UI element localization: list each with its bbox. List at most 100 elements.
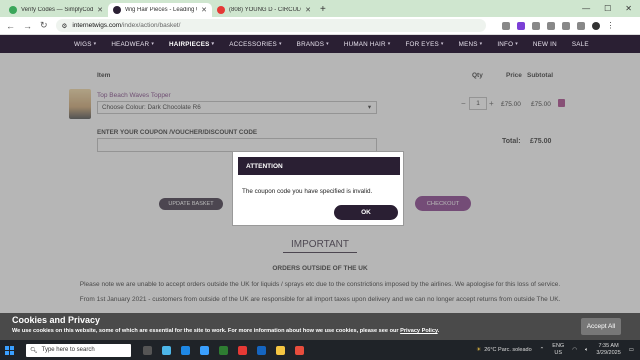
clock-date: 3/29/2025 <box>596 350 621 356</box>
youtube-favicon-icon <box>217 6 225 14</box>
tab-verify-codes[interactable]: Verify Codes — SimplyCodes ✕ <box>4 3 108 17</box>
cookie-text-suffix: . <box>437 328 440 334</box>
tab-internetwigs[interactable]: Wig Hair Pieces - Leading UK ✕ <box>108 3 212 17</box>
browser-tab-bar: Verify Codes — SimplyCodes ✕ Wig Hair Pi… <box>0 0 640 17</box>
nav-item-human-hair[interactable]: HUMAN HAIR ▾ <box>344 41 391 48</box>
weather-widget[interactable]: ☀ 26°C Parc. soleado <box>476 347 531 353</box>
wifi-icon[interactable]: ◠ <box>572 347 577 353</box>
more-menu-icon[interactable]: ⋮ <box>607 21 615 30</box>
opera-icon[interactable] <box>238 345 247 355</box>
lang-line2: US <box>554 350 563 356</box>
search-icon: 🔍︎ <box>30 347 38 354</box>
nav-item-brands[interactable]: BRANDS ▾ <box>297 41 329 48</box>
extensions-puzzle-icon[interactable] <box>546 21 555 30</box>
tab-label: (808) YOUNG D - CIRCULO <box>229 7 302 13</box>
tab-youtube[interactable]: (808) YOUNG D - CIRCULO ✕ <box>212 3 316 17</box>
nav-label: ACCESSORIES <box>229 40 277 48</box>
forward-icon[interactable]: → <box>23 21 32 31</box>
modal-title: ATTENTION <box>238 157 400 175</box>
chevron-down-icon: ▾ <box>93 41 97 47</box>
system-tray: ☀ 26°C Parc. soleado ⌃ ENG US ◠ 🔈︎ 7:35 … <box>476 340 634 360</box>
sidebar-icon[interactable] <box>561 21 570 30</box>
mail-icon[interactable] <box>257 345 266 355</box>
windows-taskbar: 🔍︎ Type here to search ☀ 26°C Parc. sole… <box>0 340 640 360</box>
url-host: internetwigs.com <box>72 22 122 29</box>
internetwigs-favicon-icon <box>113 6 121 14</box>
clock[interactable]: 7:35 AM 3/29/2025 <box>596 343 620 357</box>
maximize-icon[interactable]: ☐ <box>604 4 611 13</box>
chevron-down-icon: ▾ <box>387 41 391 47</box>
weather-sun-icon: ☀ <box>476 347 482 353</box>
url-field[interactable]: ⚙ internetwigs.com/index/action/basket/ <box>55 19 486 32</box>
store-icon[interactable] <box>200 345 209 355</box>
extension-translate-icon[interactable] <box>531 21 540 30</box>
window-controls: — ☐ ✕ <box>582 0 640 17</box>
taskbar-search-input[interactable]: 🔍︎ Type here to search <box>26 343 131 357</box>
accept-all-button[interactable]: Accept All <box>581 318 621 335</box>
extensions-area: ⋮ <box>501 21 615 30</box>
nav-label: SALE <box>571 40 589 48</box>
close-tab-icon[interactable]: ✕ <box>305 6 311 14</box>
chevron-down-icon: ▾ <box>326 41 329 47</box>
nav-label: BRANDS <box>296 40 325 48</box>
tab-label: Wig Hair Pieces - Leading UK <box>125 7 198 13</box>
new-tab-button[interactable]: + <box>320 4 326 15</box>
nav-label: FOR EYES <box>405 40 439 48</box>
nav-label: HUMAN HAIR <box>343 40 386 48</box>
cookie-title: Cookies and Privacy <box>12 315 101 325</box>
lang-line1: ENG <box>552 343 565 349</box>
chevron-down-icon: ▾ <box>479 41 483 47</box>
notification-icon[interactable]: ▭ <box>629 347 634 353</box>
minimize-icon[interactable]: — <box>582 4 590 13</box>
close-tab-icon[interactable]: ✕ <box>201 6 207 14</box>
nav-label: WIGS <box>74 40 92 48</box>
cookie-text-body: We use cookies on this website, some of … <box>12 328 401 334</box>
nav-item-mens[interactable]: MENS ▾ <box>459 41 483 48</box>
file-explorer-icon[interactable] <box>276 345 285 355</box>
tab-label: Verify Codes — SimplyCodes <box>21 7 94 13</box>
reload-icon[interactable]: ↻ <box>40 20 48 31</box>
close-window-icon[interactable]: ✕ <box>625 4 632 13</box>
volume-icon[interactable]: 🔈︎ <box>585 347 588 354</box>
address-bar-row: ← → ↻ ⚙ internetwigs.com/index/action/ba… <box>0 17 640 35</box>
nav-label: NEW IN <box>532 40 557 48</box>
nav-item-sale[interactable]: SALE <box>572 41 589 48</box>
chevron-down-icon: ▾ <box>440 41 444 47</box>
nav-item-wigs[interactable]: WIGS ▾ <box>74 41 96 48</box>
edge-icon[interactable] <box>181 345 190 355</box>
chevron-down-icon: ▾ <box>278 41 282 47</box>
close-tab-icon[interactable]: ✕ <box>97 6 103 14</box>
taskbar-apps <box>143 345 304 355</box>
site-info-icon[interactable]: ⚙ <box>62 22 68 30</box>
copilot-icon[interactable] <box>162 345 171 355</box>
cookie-text: We use cookies on this website, some of … <box>12 328 439 334</box>
nav-item-headwear[interactable]: HEADWEAR ▾ <box>111 41 154 48</box>
nav-label: HEADWEAR <box>111 40 150 48</box>
nav-item-for-eyes[interactable]: FOR EYES ▾ <box>405 41 443 48</box>
profile-avatar-icon[interactable] <box>591 21 600 30</box>
simplycodes-favicon-icon <box>9 6 17 14</box>
extension-icon[interactable] <box>501 21 510 30</box>
site-main-nav: WIGS ▾ HEADWEAR ▾ HAIRPIECES ▾ ACCESSORIES ▾… <box>0 35 640 53</box>
nav-label: MENS <box>458 40 478 48</box>
privacy-policy-link[interactable]: Privacy Policy <box>400 328 438 334</box>
chevron-down-icon: ▾ <box>211 41 215 47</box>
language-indicator[interactable]: ENG US <box>552 343 564 357</box>
task-view-icon[interactable] <box>143 345 152 355</box>
clock-time: 7:35 AM <box>598 343 619 349</box>
windows-start-icon[interactable] <box>5 345 14 355</box>
back-icon[interactable]: ← <box>6 21 15 31</box>
url-path: /index/action/basket/ <box>121 22 181 29</box>
nav-item-hairpieces[interactable]: HAIRPIECES ▾ <box>169 41 214 48</box>
chrome-icon[interactable] <box>295 345 304 355</box>
app-icon[interactable] <box>219 345 228 355</box>
nav-label: HAIRPIECES <box>169 40 210 48</box>
extension-purple-icon[interactable] <box>516 21 525 30</box>
modal-ok-button[interactable]: OK <box>334 205 398 220</box>
nav-item-info[interactable]: INFO ▾ <box>497 41 518 48</box>
download-icon[interactable] <box>576 21 585 30</box>
chevron-up-icon[interactable]: ⌃ <box>540 347 545 353</box>
cookie-banner: Cookies and Privacy We use cookies on th… <box>0 313 640 340</box>
nav-item-new-in[interactable]: NEW IN <box>533 41 557 48</box>
nav-item-accessories[interactable]: ACCESSORIES ▾ <box>229 41 281 48</box>
